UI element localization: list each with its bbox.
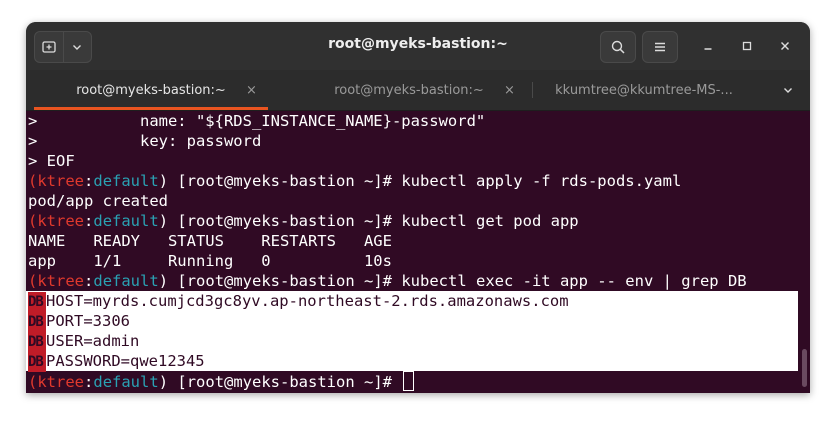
title-bar: root@myeks-bastion:~ xyxy=(26,22,810,70)
prompt-paren: ( xyxy=(28,373,38,391)
command-text: kubectl apply -f rds-pods.yaml xyxy=(401,172,682,190)
prompt-paren: ( xyxy=(28,172,38,190)
active-tab-indicator xyxy=(34,107,268,110)
prompt-host: [root@myeks-bastion ~]# xyxy=(168,172,402,190)
grep-match: DB xyxy=(28,312,46,332)
prompt-separator: : xyxy=(84,272,94,290)
grep-match: DB xyxy=(28,352,46,372)
close-icon xyxy=(781,42,789,50)
prompt-separator: : xyxy=(84,373,94,391)
tab-1[interactable]: root@myeks-bastion:~ × xyxy=(34,70,268,110)
prompt-namespace: default xyxy=(93,272,159,290)
env-line: DB HOST=myrds.cumjcd3gc8yv.ap-northeast-2… xyxy=(28,291,569,312)
command-text: kubectl get pod app xyxy=(401,212,579,230)
tab-list-button[interactable] xyxy=(776,78,800,102)
hamburger-menu-button[interactable] xyxy=(642,31,678,63)
prompt-paren: ) xyxy=(158,212,169,230)
tab-label: kkumtree@kkumtree-MS-... xyxy=(555,82,733,98)
table-header: NAME READY STATUS RESTARTS AGE xyxy=(28,232,392,250)
search-icon xyxy=(611,40,625,54)
tab-bar: root@myeks-bastion:~ × root@myeks-bastio… xyxy=(26,70,810,111)
env-line: DB USER=admin xyxy=(28,331,140,352)
prompt-context: ktree xyxy=(37,172,85,190)
search-button[interactable] xyxy=(600,31,636,63)
env-value: HOST=myrds.cumjcd3gc8yv.ap-northeast-2.r… xyxy=(46,292,569,310)
terminal-window: root@myeks-bastion:~ root@myeks-bastion:… xyxy=(26,22,810,393)
terminal-output[interactable]: > name: "${RDS_INSTANCE_NAME}-password" … xyxy=(26,111,810,393)
env-value: USER=admin xyxy=(46,332,140,350)
minimize-icon xyxy=(704,48,712,50)
window-title: root@myeks-bastion:~ xyxy=(328,36,508,52)
env-value: PASSWORD=qwe12345 xyxy=(46,352,205,370)
close-window-button[interactable] xyxy=(773,34,797,58)
tab-separator xyxy=(532,82,533,98)
tab-label: root@myeks-bastion:~ xyxy=(334,82,484,98)
grep-match: DB xyxy=(28,292,46,312)
maximize-icon xyxy=(742,41,752,51)
prompt-separator: : xyxy=(84,172,94,190)
terminal-line: > EOF xyxy=(28,152,75,170)
terminal-line: > key: password xyxy=(28,132,262,150)
minimize-button[interactable] xyxy=(696,34,720,58)
grep-match: DB xyxy=(28,332,46,352)
prompt-paren: ) xyxy=(158,272,169,290)
terminal-line: > name: "${RDS_INSTANCE_NAME}-password" xyxy=(28,112,486,130)
chevron-down-icon xyxy=(784,88,792,93)
env-line: DB PASSWORD=qwe12345 xyxy=(28,351,205,372)
prompt-line: (ktree:default) [root@myeks-bastion ~]# … xyxy=(28,271,747,291)
prompt-line: (ktree:default) [root@myeks-bastion ~]# … xyxy=(28,211,579,231)
tab-3[interactable]: kkumtree@kkumtree-MS-... xyxy=(534,70,754,110)
prompt-paren: ) xyxy=(158,172,169,190)
hamburger-menu-icon xyxy=(655,42,665,52)
tab-label: root@myeks-bastion:~ xyxy=(76,82,226,98)
tab-2[interactable]: root@myeks-bastion:~ × xyxy=(292,70,526,110)
command-text: kubectl exec -it app -- env | grep DB xyxy=(401,272,747,290)
prompt-paren: ( xyxy=(28,212,38,230)
prompt-namespace: default xyxy=(93,373,159,391)
table-row: app 1/1 Running 0 10s xyxy=(28,252,392,270)
prompt-separator: : xyxy=(84,212,94,230)
prompt-line: (ktree:default) [root@myeks-bastion ~]# … xyxy=(28,171,681,191)
terminal-cursor xyxy=(403,371,415,391)
prompt-host: [root@myeks-bastion ~]# xyxy=(168,373,402,391)
prompt-line: (ktree:default) [root@myeks-bastion ~]# xyxy=(28,371,415,391)
maximize-button[interactable] xyxy=(735,34,759,58)
prompt-namespace: default xyxy=(93,172,159,190)
tab-close-icon[interactable]: × xyxy=(246,83,257,98)
tab-close-icon[interactable]: × xyxy=(504,83,515,98)
prompt-context: ktree xyxy=(37,212,85,230)
prompt-paren: ) xyxy=(158,373,169,391)
prompt-host: [root@myeks-bastion ~]# xyxy=(168,212,402,230)
terminal-scrollbar[interactable] xyxy=(802,349,807,387)
prompt-namespace: default xyxy=(93,212,159,230)
selected-output: DB HOST=myrds.cumjcd3gc8yv.ap-northeast-2… xyxy=(26,291,798,372)
env-value: PORT=3306 xyxy=(46,312,130,330)
prompt-context: ktree xyxy=(37,272,85,290)
prompt-host: [root@myeks-bastion ~]# xyxy=(168,272,402,290)
prompt-paren: ( xyxy=(28,272,38,290)
env-line: DB PORT=3306 xyxy=(28,311,130,332)
prompt-context: ktree xyxy=(37,373,85,391)
terminal-line: pod/app created xyxy=(28,192,168,210)
